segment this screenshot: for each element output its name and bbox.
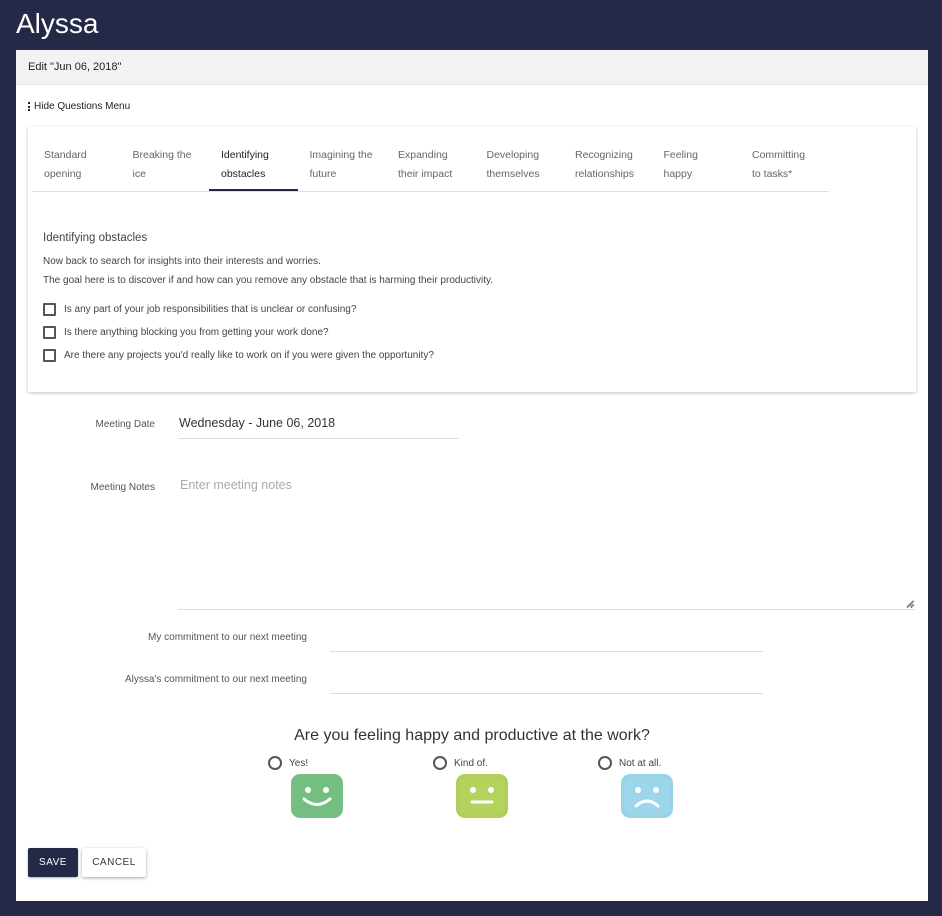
happiness-option-kind-of[interactable]: Kind of.	[433, 756, 488, 770]
tab-label-line1: Feeling	[663, 149, 698, 161]
section-description-2: The goal here is to discover if and how …	[43, 275, 494, 286]
tab-label-line1: Expanding	[398, 149, 448, 161]
card-header: Edit "Jun 06, 2018"	[16, 50, 928, 85]
question-label: Are there any projects you'd really like…	[64, 350, 434, 361]
their-commitment-input[interactable]	[330, 674, 763, 694]
tab-label-line2: relationships	[575, 168, 634, 180]
their-commitment-label: Alyssa's commitment to our next meeting	[125, 674, 307, 685]
tab-label-line2: happy	[663, 168, 693, 180]
my-commitment-input[interactable]	[330, 632, 763, 652]
happiness-option-yes[interactable]: Yes!	[268, 756, 308, 770]
meeting-date-label: Meeting Date	[95, 419, 155, 430]
tab-label-line1: Developing	[486, 149, 540, 161]
tab-expanding-their-impact[interactable]: Expanding their impact	[386, 137, 475, 191]
tab-label-line2: themselves	[486, 168, 540, 180]
meeting-notes-input[interactable]	[178, 475, 915, 610]
question-checkbox[interactable]	[43, 326, 56, 339]
section-title: Identifying obstacles	[43, 232, 148, 244]
tab-label-line2: their impact	[398, 168, 453, 180]
radio-button[interactable]	[268, 756, 282, 770]
tab-label-line1: Imagining the	[309, 149, 373, 161]
resize-grip-icon[interactable]	[906, 600, 914, 608]
tab-label-line2: ice	[132, 168, 146, 180]
tab-imagining-the-future[interactable]: Imagining the future	[298, 137, 387, 191]
page-title: Alyssa	[16, 8, 99, 39]
save-button[interactable]: SAVE	[28, 848, 78, 877]
radio-button[interactable]	[433, 756, 447, 770]
tab-label-line1: Identifying	[221, 149, 269, 161]
hide-questions-menu-label: Hide Questions Menu	[34, 101, 131, 112]
tab-label-line1: Recognizing	[575, 149, 633, 161]
tab-feeling-happy[interactable]: Feeling happy	[652, 137, 741, 191]
happiness-question: Are you feeling happy and productive at …	[294, 727, 650, 744]
tab-label-line2: obstacles	[221, 168, 266, 180]
tab-label-line2: to tasks*	[752, 168, 793, 180]
cancel-button[interactable]: CANCEL	[82, 848, 146, 877]
sad-face-icon[interactable]	[619, 772, 675, 820]
option-label: Not at all.	[619, 757, 662, 769]
hide-questions-menu-button[interactable]: Hide Questions Menu	[28, 101, 130, 112]
option-label: Yes!	[289, 757, 309, 769]
more-vert-icon	[28, 102, 30, 111]
tab-breaking-the-ice[interactable]: Breaking the ice	[121, 137, 210, 191]
tab-standard-opening[interactable]: Standard opening	[32, 137, 121, 191]
section-description-1: Now back to search for insights into the…	[43, 256, 321, 267]
neutral-face-icon[interactable]	[454, 772, 510, 820]
tab-label-line2: opening	[44, 168, 82, 180]
question-item[interactable]: Is any part of your job responsibilities…	[43, 303, 356, 316]
question-tabs: Standard opening Breaking the ice Identi…	[32, 137, 829, 192]
tab-identifying-obstacles[interactable]: Identifying obstacles	[209, 137, 298, 191]
tab-developing-themselves[interactable]: Developing themselves	[475, 137, 564, 191]
radio-button[interactable]	[598, 756, 612, 770]
tab-label-line1: Committing	[752, 149, 806, 161]
question-label: Is any part of your job responsibilities…	[64, 304, 357, 315]
question-item[interactable]: Is there anything blocking you from gett…	[43, 326, 329, 339]
my-commitment-label: My commitment to our next meeting	[148, 632, 307, 643]
option-label: Kind of.	[454, 757, 488, 769]
tab-label-line1: Breaking the	[132, 149, 192, 161]
meeting-date-field[interactable]: Wednesday - June 06, 2018	[179, 412, 459, 439]
question-label: Is there anything blocking you from gett…	[64, 327, 329, 338]
tab-committing-to-tasks[interactable]: Committing to tasks*	[740, 137, 829, 191]
edit-card: Edit "Jun 06, 2018" Hide Questions Menu …	[16, 50, 928, 901]
tab-label-line2: future	[309, 168, 337, 180]
questions-panel: Standard opening Breaking the ice Identi…	[28, 127, 916, 392]
happiness-option-not-at-all[interactable]: Not at all.	[598, 756, 661, 770]
question-checkbox[interactable]	[43, 349, 56, 362]
tab-recognizing-relationships[interactable]: Recognizing relationships	[563, 137, 652, 191]
meeting-notes-label: Meeting Notes	[90, 482, 155, 493]
question-checkbox[interactable]	[43, 303, 56, 316]
question-item[interactable]: Are there any projects you'd really like…	[43, 349, 434, 362]
happy-face-icon[interactable]	[289, 772, 345, 820]
tab-label-line1: Standard	[44, 149, 87, 161]
